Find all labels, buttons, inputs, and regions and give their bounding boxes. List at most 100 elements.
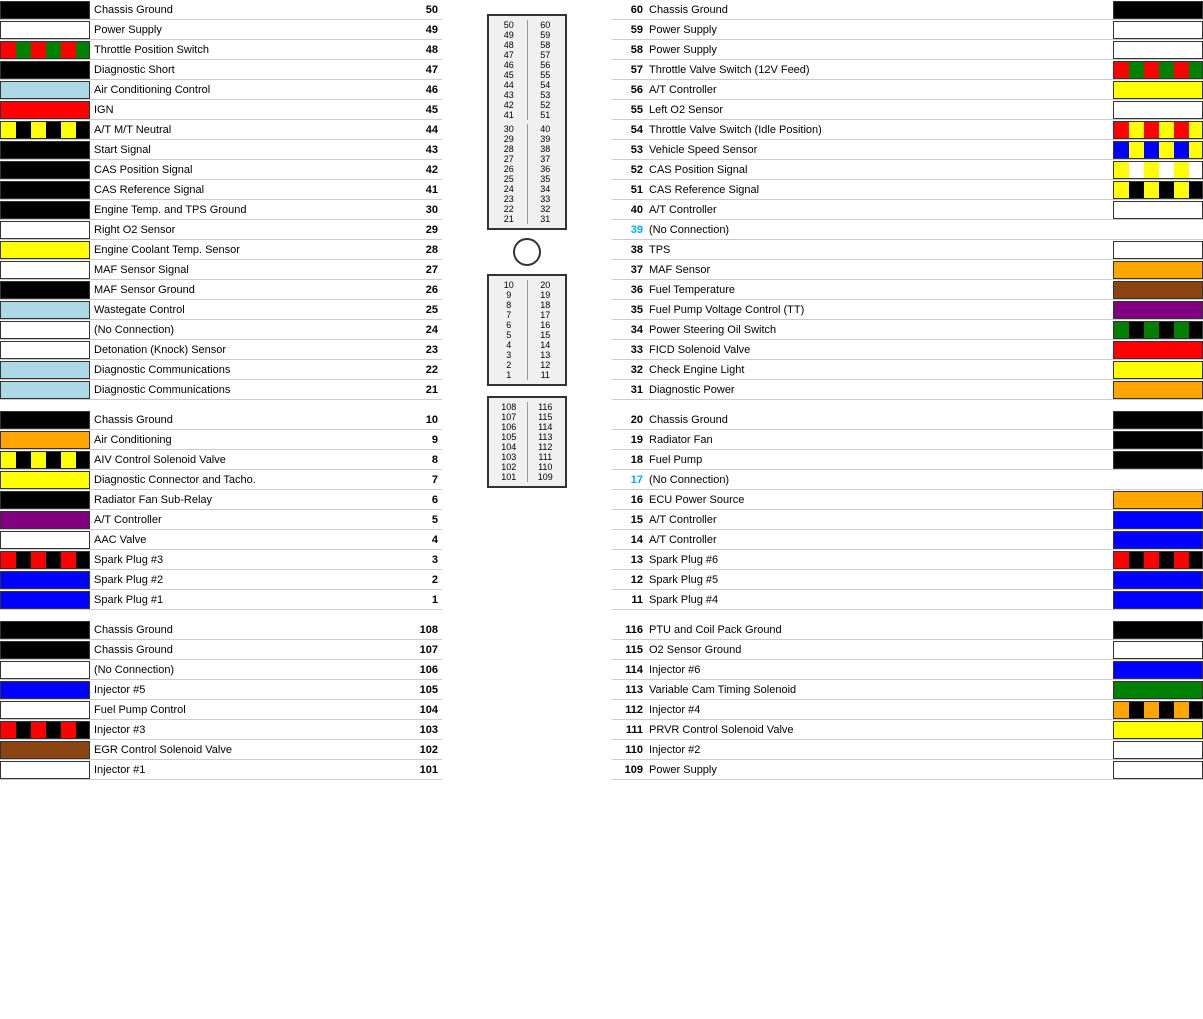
signal-label: Throttle Position Switch xyxy=(92,44,407,56)
wire-color xyxy=(1113,761,1203,779)
table-row: AAC Valve 4 xyxy=(0,530,442,550)
signal-label: Diagnostic Connector and Tacho. xyxy=(92,474,407,486)
pin-number: 110 xyxy=(612,744,647,756)
wire-color xyxy=(0,571,90,589)
table-row: 109 Power Supply xyxy=(612,760,1203,780)
pin-number: 103 xyxy=(407,724,442,736)
signal-label: Air Conditioning xyxy=(92,434,407,446)
wire-color xyxy=(0,551,90,569)
signal-label: Right O2 Sensor xyxy=(92,224,407,236)
pin-number: 11 xyxy=(612,594,647,606)
table-row: 59 Power Supply xyxy=(612,20,1203,40)
wire-color xyxy=(0,301,90,319)
signal-label: Chassis Ground xyxy=(92,4,407,16)
wire-color xyxy=(0,531,90,549)
table-row: Engine Coolant Temp. Sensor 28 xyxy=(0,240,442,260)
signal-label: Injector #5 xyxy=(92,684,407,696)
table-row: MAF Sensor Ground 26 xyxy=(0,280,442,300)
table-row: 35 Fuel Pump Voltage Control (TT) xyxy=(612,300,1203,320)
pin-number: 55 xyxy=(612,104,647,116)
left-gap-1 xyxy=(0,400,442,410)
pin-number: 34 xyxy=(612,324,647,336)
pin-number: 116 xyxy=(612,624,647,636)
table-row: 12 Spark Plug #5 xyxy=(612,570,1203,590)
table-row: 38 TPS xyxy=(612,240,1203,260)
table-row: Chassis Ground 108 xyxy=(0,620,442,640)
pin-number: 8 xyxy=(407,454,442,466)
signal-label: Detonation (Knock) Sensor xyxy=(92,344,407,356)
connector-pins-bot: 108 107 106 105 104 103 102 101 116 115 … xyxy=(491,402,563,482)
signal-label: Injector #3 xyxy=(92,724,407,736)
signal-label: CAS Position Signal xyxy=(92,164,407,176)
wire-color xyxy=(0,241,90,259)
signal-label: Radiator Fan Sub-Relay xyxy=(92,494,407,506)
signal-label: PRVR Control Solenoid Valve xyxy=(647,724,1111,736)
pin-number: 53 xyxy=(612,144,647,156)
table-row: Spark Plug #3 3 xyxy=(0,550,442,570)
table-row: Injector #5 105 xyxy=(0,680,442,700)
signal-label: Wastegate Control xyxy=(92,304,407,316)
pin-number: 115 xyxy=(612,644,647,656)
pin-number: 59 xyxy=(612,24,647,36)
wire-color xyxy=(0,721,90,739)
signal-label: (No Connection) xyxy=(647,224,1111,236)
wire-color xyxy=(0,201,90,219)
pin-number: 23 xyxy=(407,344,442,356)
connector-mid: 10 9 8 7 6 5 4 3 2 1 20 19 18 17 16 15 1… xyxy=(487,274,567,386)
signal-label: Start Signal xyxy=(92,144,407,156)
wire-color xyxy=(1113,221,1203,239)
table-row: 115 O2 Sensor Ground xyxy=(612,640,1203,660)
table-row: Injector #3 103 xyxy=(0,720,442,740)
table-row: 112 Injector #4 xyxy=(612,700,1203,720)
table-row: 54 Throttle Valve Switch (Idle Position) xyxy=(612,120,1203,140)
pin-number: 18 xyxy=(612,454,647,466)
pin-number: 20 xyxy=(612,414,647,426)
table-row: AIV Control Solenoid Valve 8 xyxy=(0,450,442,470)
signal-label: Air Conditioning Control xyxy=(92,84,407,96)
wire-color xyxy=(1113,431,1203,449)
pin-number: 45 xyxy=(407,104,442,116)
pin-number: 21 xyxy=(407,384,442,396)
pin-number: 25 xyxy=(407,304,442,316)
signal-label: FICD Solenoid Valve xyxy=(647,344,1111,356)
pin-number: 16 xyxy=(612,494,647,506)
pin-number: 6 xyxy=(407,494,442,506)
wire-color xyxy=(0,641,90,659)
wire-color xyxy=(0,701,90,719)
wire-color xyxy=(1113,531,1203,549)
signal-label: Variable Cam Timing Solenoid xyxy=(647,684,1111,696)
pin-number: 111 xyxy=(612,724,647,736)
signal-label: Power Steering Oil Switch xyxy=(647,324,1111,336)
wire-color xyxy=(1113,411,1203,429)
pin-number: 4 xyxy=(407,534,442,546)
signal-label: Fuel Pump xyxy=(647,454,1111,466)
table-row: A/T Controller 5 xyxy=(0,510,442,530)
wire-color xyxy=(0,621,90,639)
pin-number: 105 xyxy=(407,684,442,696)
table-row: 39 (No Connection) xyxy=(612,220,1203,240)
wire-color xyxy=(0,761,90,779)
signal-label: ECU Power Source xyxy=(647,494,1111,506)
signal-label: MAF Sensor Ground xyxy=(92,284,407,296)
pin-number: 33 xyxy=(612,344,647,356)
pin-number: 60 xyxy=(612,4,647,16)
signal-label: Chassis Ground xyxy=(92,644,407,656)
table-row: 114 Injector #6 xyxy=(612,660,1203,680)
right-mid-group: 20 Chassis Ground 19 Radiator Fan 18 Fue… xyxy=(612,410,1203,610)
wire-color xyxy=(1113,121,1203,139)
pin-number: 102 xyxy=(407,744,442,756)
wire-color xyxy=(1113,81,1203,99)
signal-label: A/T M/T Neutral xyxy=(92,124,407,136)
wire-color xyxy=(0,511,90,529)
table-row: 53 Vehicle Speed Sensor xyxy=(612,140,1203,160)
wire-color xyxy=(0,411,90,429)
wire-color xyxy=(0,41,90,59)
table-row: Engine Temp. and TPS Ground 30 xyxy=(0,200,442,220)
wire-color xyxy=(0,221,90,239)
pin-number: 106 xyxy=(407,664,442,676)
pin-number: 49 xyxy=(407,24,442,36)
pin-number: 9 xyxy=(407,434,442,446)
pin-number: 101 xyxy=(407,764,442,776)
pin-number: 43 xyxy=(407,144,442,156)
table-row: 13 Spark Plug #6 xyxy=(612,550,1203,570)
